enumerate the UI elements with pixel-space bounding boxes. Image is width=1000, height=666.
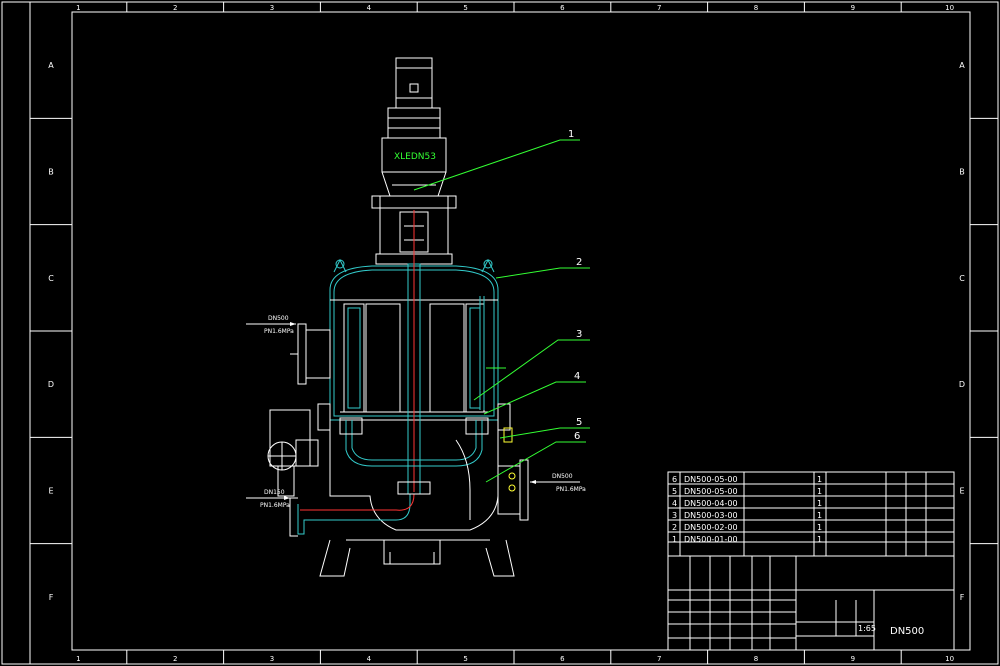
part-number: 1 — [672, 535, 677, 544]
parts-list-row: 1 DN500-01-00 1 — [672, 535, 822, 544]
part-quantity: 1 — [817, 499, 822, 508]
row-label: A — [48, 61, 54, 70]
column-label: 8 — [754, 655, 758, 663]
column-label: 1 — [76, 4, 80, 12]
outlet-nozzle — [497, 459, 529, 521]
drain-pressure: PN1.6MPa — [260, 502, 290, 509]
column-label: 3 — [270, 4, 274, 12]
part-number: 6 — [672, 475, 677, 484]
part-code: DN500-01-00 — [684, 535, 738, 544]
leader-numbers: 1 2 3 4 5 6 — [568, 129, 582, 442]
drain-callout: DN150 PN1.6MPa — [246, 489, 290, 509]
filter-assembly: XLEDN53 — [267, 57, 529, 577]
inlet-label: DN500 — [268, 315, 289, 322]
outlet-pressure: PN1.6MPa — [556, 486, 586, 493]
column-label: 7 — [657, 655, 661, 663]
part-number: 2 — [672, 523, 677, 532]
drain-label: DN150 — [264, 489, 285, 496]
column-label: 9 — [851, 4, 855, 12]
row-label: C — [48, 274, 54, 283]
part-quantity: 1 — [817, 487, 822, 496]
part-code: DN500-03-00 — [684, 511, 738, 520]
column-label: 5 — [463, 4, 467, 12]
drawing-frame — [1, 1, 999, 665]
part-quantity: 1 — [817, 523, 822, 532]
leader-number-1: 1 — [568, 129, 574, 140]
column-label: 2 — [173, 655, 177, 663]
column-label: 4 — [367, 655, 372, 663]
motor — [371, 57, 457, 209]
outlet-label: DN500 — [552, 473, 573, 480]
column-labels-top: 1 2 3 4 5 6 7 8 9 10 — [76, 4, 954, 12]
actuator-valve — [267, 409, 319, 497]
row-label: B — [959, 168, 965, 177]
row-label: D — [959, 380, 965, 389]
column-label: 10 — [945, 655, 954, 663]
row-label: B — [48, 168, 54, 177]
leader-number-3: 3 — [576, 329, 582, 340]
part-code: DN500-02-00 — [684, 523, 738, 532]
leader-number-4: 4 — [574, 371, 580, 382]
part-quantity: 1 — [817, 511, 822, 520]
inlet-pressure: PN1.6MPa — [264, 328, 294, 335]
cad-drawing: 1 2 3 4 5 6 7 8 9 10 1 2 3 4 5 6 7 8 9 10 A B C D E F A B C D E F XL… — [1, 1, 999, 665]
column-label: 3 — [270, 655, 274, 663]
inlet-callout: DN500 PN1.6MPa — [246, 315, 296, 335]
leader-lines — [413, 139, 590, 483]
leader-number-6: 6 — [574, 431, 580, 442]
motor-label: XLEDN53 — [394, 152, 436, 162]
part-number: 4 — [672, 499, 677, 508]
column-label: 4 — [367, 4, 372, 12]
row-label: F — [49, 593, 54, 602]
title-scale: 1:65 — [858, 624, 876, 633]
part-number: 5 — [672, 487, 677, 496]
column-label: 9 — [851, 655, 855, 663]
parts-list-row: 6 DN500-05-00 1 — [672, 475, 822, 484]
lower-housing — [319, 420, 515, 577]
row-label: A — [959, 61, 965, 70]
title-model: DN500 — [890, 626, 924, 637]
column-ticks — [30, 2, 998, 664]
part-quantity: 1 — [817, 535, 822, 544]
column-label: 7 — [657, 4, 661, 12]
parts-list-row: 4 DN500-04-00 1 — [672, 499, 822, 508]
column-label: 1 — [76, 655, 80, 663]
outlet-callout: DN500 PN1.6MPa — [530, 473, 586, 493]
inlet-nozzle — [290, 323, 331, 385]
parts-list-row: 2 DN500-02-00 1 — [672, 523, 822, 532]
row-label: E — [959, 487, 964, 496]
row-labels-right: A B C D E F — [959, 61, 965, 602]
part-number: 3 — [672, 511, 677, 520]
drain-pipe — [289, 481, 431, 537]
leader-number-5: 5 — [576, 417, 582, 428]
central-shaft — [407, 210, 421, 495]
column-label: 5 — [463, 655, 467, 663]
row-label: C — [959, 274, 965, 283]
row-label: D — [48, 380, 54, 389]
part-code: DN500-05-00 — [684, 475, 738, 484]
part-code: DN500-05-00 — [684, 487, 738, 496]
side-flanges — [317, 403, 513, 443]
part-code: DN500-04-00 — [684, 499, 738, 508]
parts-list-rows: 6 DN500-05-00 15 DN500-05-00 14 DN500-04-00 13… — [672, 475, 822, 544]
parts-list-row: 5 DN500-05-00 1 — [672, 487, 822, 496]
part-quantity: 1 — [817, 475, 822, 484]
row-label: F — [960, 593, 965, 602]
parts-list-row: 3 DN500-03-00 1 — [672, 511, 822, 520]
column-label: 8 — [754, 4, 758, 12]
leader-number-2: 2 — [576, 257, 582, 268]
column-label: 6 — [560, 4, 565, 12]
column-labels-bottom: 1 2 3 4 5 6 7 8 9 10 — [76, 655, 954, 663]
column-label: 6 — [560, 655, 565, 663]
row-label: E — [48, 487, 53, 496]
column-label: 10 — [945, 4, 954, 12]
column-label: 2 — [173, 4, 177, 12]
